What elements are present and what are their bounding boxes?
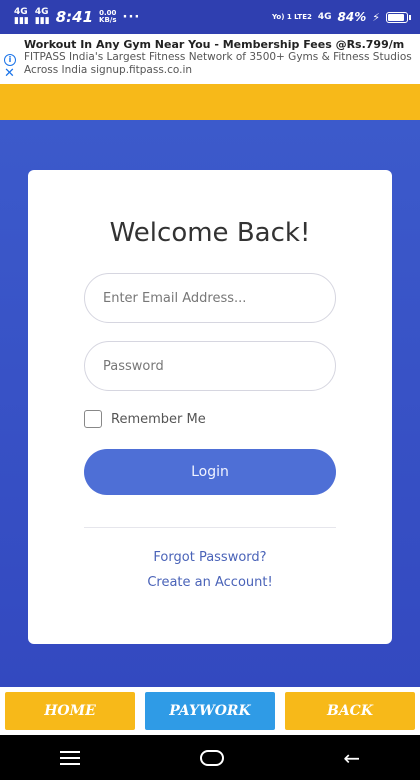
password-input[interactable] bbox=[84, 341, 336, 391]
clock: 8:41 bbox=[55, 8, 94, 26]
ad-info-icon[interactable]: i bbox=[4, 54, 16, 66]
speed-unit: KB/s bbox=[99, 16, 117, 24]
charging-icon: ⚡ bbox=[372, 10, 380, 24]
menu-icon[interactable] bbox=[59, 750, 80, 765]
create-account-link[interactable]: Create an Account! bbox=[28, 575, 392, 590]
login-card: Welcome Back! Remember Me Login Forgot P… bbox=[28, 170, 392, 644]
ad-url-line[interactable]: Across India signup.fitpass.co.in bbox=[24, 64, 412, 77]
ad-description: FITPASS India's Largest Fitness Network … bbox=[24, 51, 412, 63]
header-bar bbox=[0, 84, 420, 120]
status-left: 4G ▮▮▮ 4G ▮▮▮ 8:41 0.00 KB/s ··· bbox=[14, 7, 141, 27]
email-input[interactable] bbox=[84, 273, 336, 323]
back-arrow-icon[interactable]: ← bbox=[343, 748, 360, 768]
more-notifications-icon: ··· bbox=[122, 9, 141, 25]
page-title: Welcome Back! bbox=[109, 218, 311, 248]
ad-title[interactable]: Workout In Any Gym Near You - Membership… bbox=[24, 38, 412, 51]
network-speed: 0.00 KB/s bbox=[99, 10, 116, 24]
battery-icon bbox=[386, 11, 411, 23]
network-type-3: 4G bbox=[317, 11, 332, 22]
signal-icon: 4G ▮▮▮ bbox=[14, 7, 29, 26]
remember-me-checkbox[interactable] bbox=[84, 410, 102, 428]
home-button[interactable]: HOME bbox=[5, 692, 135, 730]
signal-icon-2: 4G ▮▮▮ bbox=[34, 7, 50, 26]
ad-close-icon[interactable]: ✕ bbox=[4, 67, 15, 80]
login-button[interactable]: Login bbox=[84, 449, 336, 495]
paywork-button[interactable]: PAYWORK bbox=[145, 692, 275, 730]
network-type-1: 4G bbox=[14, 7, 28, 17]
back-button[interactable]: BACK bbox=[285, 692, 415, 730]
status-bar: 4G ▮▮▮ 4G ▮▮▮ 8:41 0.00 KB/s ··· Yo) 1 LTE2… bbox=[0, 0, 420, 34]
system-nav-bar: ← bbox=[0, 735, 420, 780]
divider bbox=[84, 527, 336, 528]
remember-me[interactable]: Remember Me bbox=[84, 410, 206, 428]
volte-label: Yo) 1 LTE2 bbox=[271, 12, 312, 21]
remember-me-label[interactable]: Remember Me bbox=[111, 412, 206, 427]
ad-banner[interactable]: i ✕ Workout In Any Gym Near You - Member… bbox=[0, 34, 420, 84]
battery-fill bbox=[388, 13, 404, 21]
home-icon[interactable] bbox=[199, 749, 224, 766]
status-right: Yo) 1 LTE2 4G 84% ⚡ bbox=[271, 10, 411, 24]
battery-percent: 84% bbox=[337, 10, 367, 24]
forgot-password-link[interactable]: Forgot Password? bbox=[28, 550, 392, 565]
network-type-2: 4G bbox=[34, 7, 49, 17]
